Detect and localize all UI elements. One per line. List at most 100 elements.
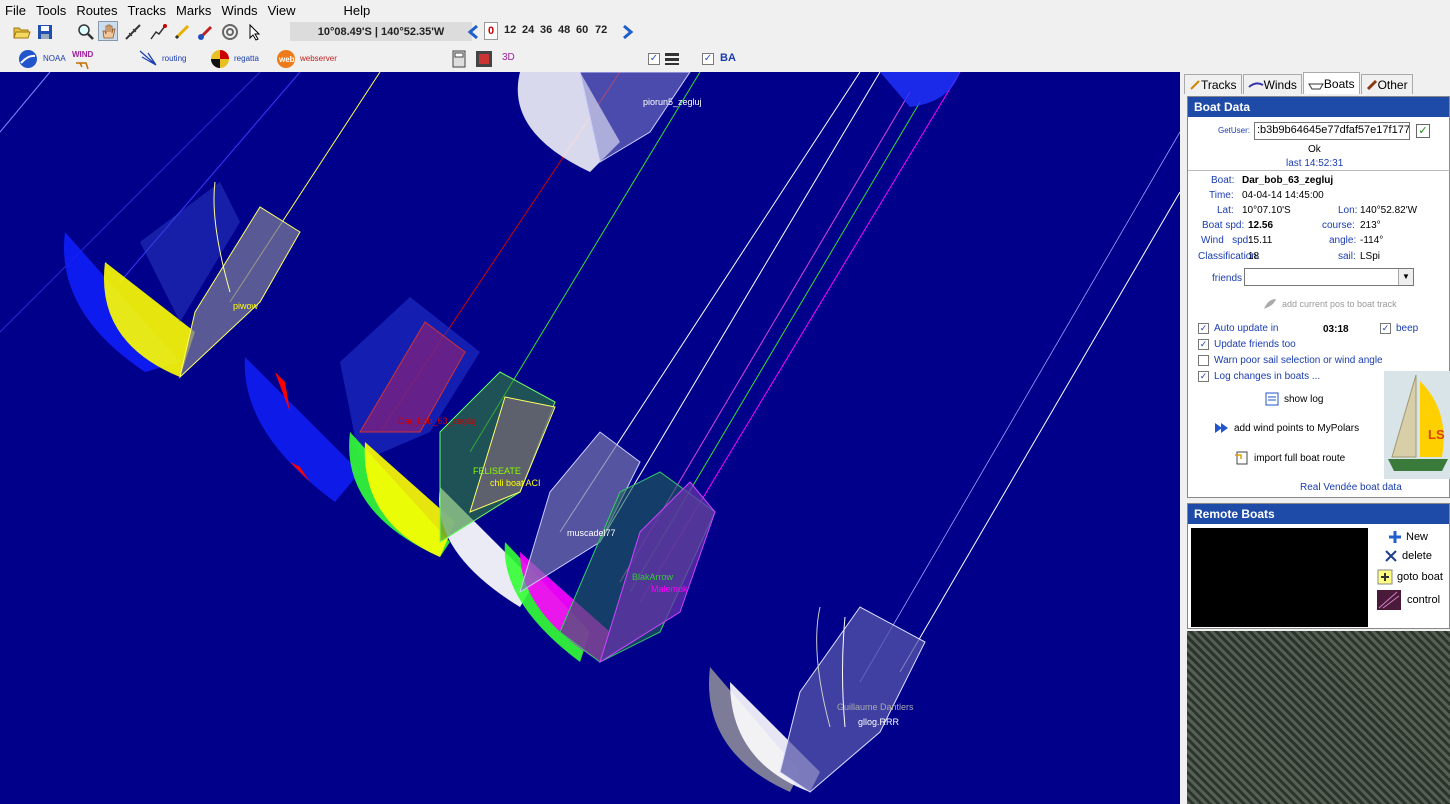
webserver-label[interactable]: webserver [300,54,337,63]
menu-file[interactable]: File [0,3,31,18]
show-log-button[interactable]: show log [1264,391,1323,407]
import-route-button[interactable]: import full boat route [1234,450,1345,466]
label-feliseate: FELISEATE [473,466,521,476]
menu-winds[interactable]: Winds [216,3,262,18]
boat-cluster-bottom[interactable] [709,606,926,793]
save-icon[interactable] [35,22,55,42]
label-guillaume: Guillaume Dantlers [837,702,914,712]
tab-boats[interactable]: Boats [1302,72,1360,94]
lat-value: 10°07.10'S [1242,205,1291,216]
log-changes-row[interactable]: ✓ Log changes in boats ... [1198,371,1320,382]
boat-name-value: Dar_bob_63_zegluj [1242,175,1334,186]
open-folder-icon[interactable] [12,22,32,42]
boat-polar-icon[interactable] [474,49,494,69]
auto-update-row[interactable]: ✓ Auto update in [1198,323,1279,334]
race-map[interactable]: piorun5_zegluj piwow Dar_bob_63_zegluj F… [0,72,1180,804]
routing-icon[interactable] [138,49,158,69]
hour-36[interactable]: 36 [540,24,552,36]
zoom-icon[interactable] [76,22,96,42]
control-button[interactable]: control [1377,590,1440,610]
sail-image: LS [1384,371,1450,479]
last-update-text: last 14:52:31 [1286,158,1344,169]
regatta-icon[interactable] [210,49,230,69]
update-friends-row[interactable]: ✓ Update friends too [1198,339,1296,350]
layers-list-icon[interactable] [662,49,682,69]
sail-label: sail: [1338,251,1356,262]
auto-update-checkbox[interactable]: ✓ [1198,323,1209,334]
warn-row[interactable]: Warn poor sail selection or wind angle [1198,355,1383,366]
menu-tools[interactable]: Tools [31,3,71,18]
hand-pan-icon[interactable] [98,21,118,41]
ba-checkbox[interactable]: ✓ [702,53,714,65]
label-blakarrow: BlakArrow [632,572,674,582]
label-malemuk: Malemuk [651,584,688,594]
remote-boats-panel: Remote Boats New delete goto boat contro… [1187,503,1450,629]
calculator-icon[interactable] [449,49,469,69]
getuser-input[interactable]: :b3b9b64645e77dfaf57e17f177 [1254,122,1410,140]
wind-speed-label: Wind spd: [1201,235,1252,246]
route-draw-icon[interactable] [148,22,168,42]
boat-piwow[interactable] [64,181,301,379]
paint-brush-icon[interactable] [196,22,216,42]
beep-row[interactable]: ✓ beep [1380,323,1418,334]
beep-checkbox[interactable]: ✓ [1380,323,1391,334]
label-chli-boat: chli boat ACI [490,478,541,488]
real-vendee-link[interactable]: Real Vendée boat data [1300,482,1402,493]
next-arrow-icon[interactable] [618,22,638,42]
plus-icon [1389,531,1401,543]
boat-speed-value: 12.56 [1248,220,1274,231]
chevron-down-icon[interactable]: ▼ [1398,269,1413,285]
menu-tracks[interactable]: Tracks [123,3,172,18]
hour-60[interactable]: 60 [576,24,588,36]
pointer-icon[interactable] [245,22,265,42]
right-panel: Tracks Winds Boats Other Boat Data GetUs… [1184,72,1450,804]
lon-value: 140°52.82'W [1360,205,1418,216]
boat-piorun5[interactable] [517,72,960,172]
tab-other[interactable]: Other [1360,74,1413,94]
previous-arrow-icon[interactable] [463,22,483,42]
3d-button[interactable]: 3D [502,52,515,63]
label-piwow: piwow [233,301,259,311]
boats-icon [1308,83,1324,89]
menu-routes[interactable]: Routes [71,3,122,18]
target-icon[interactable] [220,22,240,42]
measure-icon[interactable] [123,22,143,42]
add-wind-points-button[interactable]: add wind points to MyPolars [1214,421,1359,435]
new-remote-button[interactable]: New [1388,530,1428,544]
tab-tracks[interactable]: Tracks [1184,74,1242,94]
update-friends-checkbox[interactable]: ✓ [1198,339,1209,350]
getuser-confirm-checkbox[interactable]: ✓ [1416,124,1430,138]
menu-marks[interactable]: Marks [171,3,216,18]
noaa-label[interactable]: NOAA [43,54,66,63]
webserver-icon[interactable]: web [276,49,296,69]
hour-24[interactable]: 24 [522,24,534,36]
warn-checkbox[interactable] [1198,355,1209,366]
hour-48[interactable]: 48 [558,24,570,36]
menu-bar: File Tools Routes Tracks Marks Winds Vie… [0,0,1450,20]
lat-label: Lat: [1217,205,1234,216]
menu-help[interactable]: Help [339,3,376,18]
label-dar-bob: Dar_bob_63_zegluj [398,416,476,426]
pencil-icon[interactable] [172,22,192,42]
boat-label: Boat: [1211,175,1235,186]
layers-checkbox[interactable]: ✓ [648,53,660,65]
getuser-label: GetUser: [1218,126,1251,135]
friends-dropdown[interactable]: ▼ [1244,268,1414,286]
sail-value: LSpi [1360,251,1381,262]
log-icon [1265,392,1279,406]
log-changes-checkbox[interactable]: ✓ [1198,371,1209,382]
menu-view[interactable]: View [263,3,301,18]
noaa-globe-icon[interactable] [18,49,38,69]
hour-0[interactable]: 0 [484,22,499,40]
goto-boat-button[interactable]: goto boat [1377,569,1443,585]
routing-label[interactable]: routing [162,54,186,63]
tab-winds[interactable]: Winds [1242,74,1302,94]
remote-boats-list[interactable] [1191,528,1368,627]
add-pos-button[interactable]: add current pos to boat track [1262,297,1397,311]
boat-cluster-middle[interactable] [244,297,716,664]
delete-remote-button[interactable]: delete [1384,549,1432,563]
hour-72[interactable]: 72 [595,24,607,36]
regatta-label[interactable]: regatta [234,54,259,63]
hour-12[interactable]: 12 [504,24,516,36]
map-canvas[interactable]: piorun5_zegluj piwow Dar_bob_63_zegluj F… [0,72,1180,804]
